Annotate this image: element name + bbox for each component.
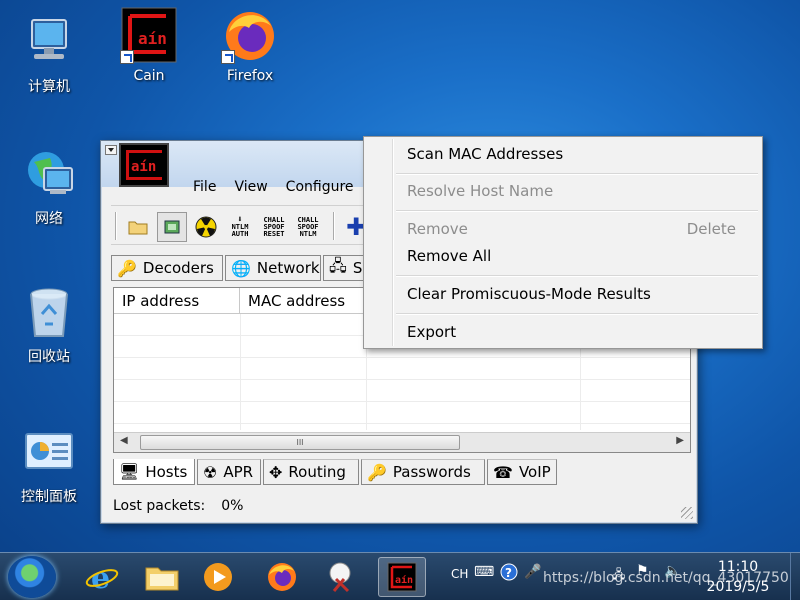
table-row[interactable] bbox=[114, 402, 690, 424]
tab-voip[interactable]: ☎ VoIP bbox=[487, 459, 557, 485]
desktop-icon-network[interactable]: 网络 bbox=[10, 146, 88, 228]
desktop-icon-control-panel[interactable]: 控制面板 bbox=[10, 424, 88, 506]
cain-taskbar-icon[interactable]: aín bbox=[378, 557, 426, 597]
context-menu: Scan MAC Addresses Resolve Host Name Rem… bbox=[363, 136, 763, 349]
svg-text:?: ? bbox=[505, 566, 512, 580]
apr-radiation-icon: ☢ bbox=[203, 462, 218, 482]
menu-item-clear-promiscuous[interactable]: Clear Promiscuous-Mode Results bbox=[407, 285, 651, 303]
column-header-ip[interactable]: IP address bbox=[114, 288, 240, 314]
tab-decoders[interactable]: 🔑 Decoders bbox=[111, 255, 223, 281]
desktop-icon-firefox[interactable]: Firefox bbox=[211, 6, 289, 84]
media-player-icon[interactable] bbox=[194, 557, 242, 597]
chall-spoof-reset-button[interactable]: CHALL SPOOF RESET bbox=[259, 212, 289, 242]
menu-bar: File View Configure bbox=[193, 179, 354, 201]
menu-item-resolve-host[interactable]: Resolve Host Name bbox=[407, 182, 553, 200]
desktop-icon-label: 网络 bbox=[35, 211, 63, 227]
scroll-thumb[interactable]: III bbox=[140, 435, 460, 450]
keyboard-icon[interactable]: ⌨ bbox=[474, 564, 494, 580]
network-globe-icon: 🌐 bbox=[231, 258, 251, 278]
desktop-icon-label: 控制面板 bbox=[21, 489, 77, 505]
cain-logo: aín bbox=[119, 143, 169, 187]
lost-packets-label: Lost packets: bbox=[113, 498, 206, 514]
svg-text:aín: aín bbox=[395, 574, 413, 586]
toolbar-grip bbox=[115, 212, 117, 240]
passwords-key-icon: 🔑 bbox=[367, 462, 387, 482]
tab-apr[interactable]: ☢ APR bbox=[197, 459, 261, 485]
desktop-icon-label: Firefox bbox=[226, 68, 274, 84]
menu-configure[interactable]: Configure bbox=[286, 179, 354, 201]
column-header-mac[interactable]: MAC address bbox=[240, 288, 366, 314]
horizontal-scrollbar[interactable]: ◀ III ▶ bbox=[114, 432, 690, 452]
open-folder-icon[interactable] bbox=[123, 212, 153, 242]
desktop-icon-computer[interactable]: 计算机 bbox=[10, 14, 88, 96]
desktop-icon-cain[interactable]: aín Cain bbox=[110, 6, 188, 84]
recycle-bin-icon bbox=[20, 284, 78, 342]
system-menu-icon[interactable] bbox=[105, 145, 117, 155]
microphone-icon[interactable]: 🎤 bbox=[524, 564, 541, 580]
cain-icon: aín bbox=[120, 6, 178, 64]
bottom-tab-bar: 🖥 Hosts ☢ APR ✥ Routing 🔑 Passwords ☎ Vo… bbox=[113, 459, 691, 485]
menu-item-export[interactable]: Export bbox=[407, 323, 456, 341]
explorer-folder-icon[interactable] bbox=[138, 557, 186, 597]
shortcut-arrow-icon bbox=[221, 50, 235, 64]
ntlm-auth-button[interactable]: ⬇ NTLM AUTH bbox=[225, 212, 255, 242]
menu-view[interactable]: View bbox=[234, 179, 267, 201]
input-language-indicator[interactable]: CH bbox=[451, 567, 468, 581]
menu-item-remove-shortcut: Delete bbox=[686, 220, 736, 238]
apr-radiation-icon[interactable] bbox=[191, 212, 221, 242]
firefox-icon bbox=[221, 6, 279, 64]
desktop-icon-recycle-bin[interactable]: 回收站 bbox=[10, 284, 88, 366]
scroll-left-icon[interactable]: ◀ bbox=[120, 435, 128, 446]
internet-explorer-icon[interactable]: e bbox=[78, 557, 126, 597]
shortcut-arrow-icon bbox=[120, 50, 134, 64]
menu-separator bbox=[396, 210, 758, 212]
desktop-icon-label: 计算机 bbox=[28, 79, 70, 95]
scroll-right-icon[interactable]: ▶ bbox=[676, 435, 684, 446]
snipping-tool-icon[interactable] bbox=[318, 557, 366, 597]
svg-text:aín: aín bbox=[138, 29, 167, 48]
firefox-taskbar-icon[interactable] bbox=[258, 557, 306, 597]
computer-icon bbox=[20, 14, 78, 72]
sniffer-icon: 🖧 bbox=[329, 255, 347, 275]
tab-routing[interactable]: ✥ Routing bbox=[263, 459, 359, 485]
status-bar: Lost packets: 0% bbox=[113, 495, 691, 517]
control-panel-icon bbox=[20, 424, 78, 482]
menu-separator bbox=[396, 275, 758, 277]
menu-item-scan-mac[interactable]: Scan MAC Addresses bbox=[407, 145, 563, 163]
menu-file[interactable]: File bbox=[193, 179, 216, 201]
voip-icon: ☎ bbox=[493, 462, 513, 482]
cain-logo-text: aín bbox=[131, 159, 157, 175]
hosts-computer-icon: 🖥 bbox=[119, 462, 140, 481]
sniffer-toggle-icon[interactable] bbox=[157, 212, 187, 242]
tab-network[interactable]: 🌐 Network bbox=[225, 255, 321, 281]
decoders-icon: 🔑 bbox=[117, 258, 137, 278]
network-icon bbox=[20, 146, 78, 204]
tab-hosts[interactable]: 🖥 Hosts bbox=[113, 459, 195, 485]
help-icon[interactable]: ? bbox=[500, 563, 518, 584]
menu-item-remove[interactable]: Remove bbox=[407, 220, 468, 238]
routing-arrows-icon: ✥ bbox=[269, 462, 283, 482]
menu-separator bbox=[396, 173, 758, 175]
chall-spoof-ntlm-button[interactable]: CHALL SPOOF NTLM bbox=[293, 212, 323, 242]
table-row[interactable] bbox=[114, 358, 690, 380]
tab-passwords[interactable]: 🔑 Passwords bbox=[361, 459, 485, 485]
watermark-url: https://blog.csdn.net/qq_43017750 bbox=[543, 570, 789, 586]
desktop-icon-label: Cain bbox=[133, 68, 165, 84]
resize-grip-icon[interactable] bbox=[681, 507, 693, 519]
svg-text:e: e bbox=[91, 561, 110, 594]
start-button-icon[interactable] bbox=[8, 556, 56, 598]
desktop-icon-label: 回收站 bbox=[28, 349, 70, 365]
show-desktop-button[interactable] bbox=[790, 553, 800, 600]
lost-packets-value: 0% bbox=[221, 498, 244, 514]
toolbar-separator bbox=[333, 212, 335, 240]
menu-separator bbox=[396, 313, 758, 315]
menu-item-remove-all[interactable]: Remove All bbox=[407, 247, 491, 265]
table-row[interactable] bbox=[114, 380, 690, 402]
